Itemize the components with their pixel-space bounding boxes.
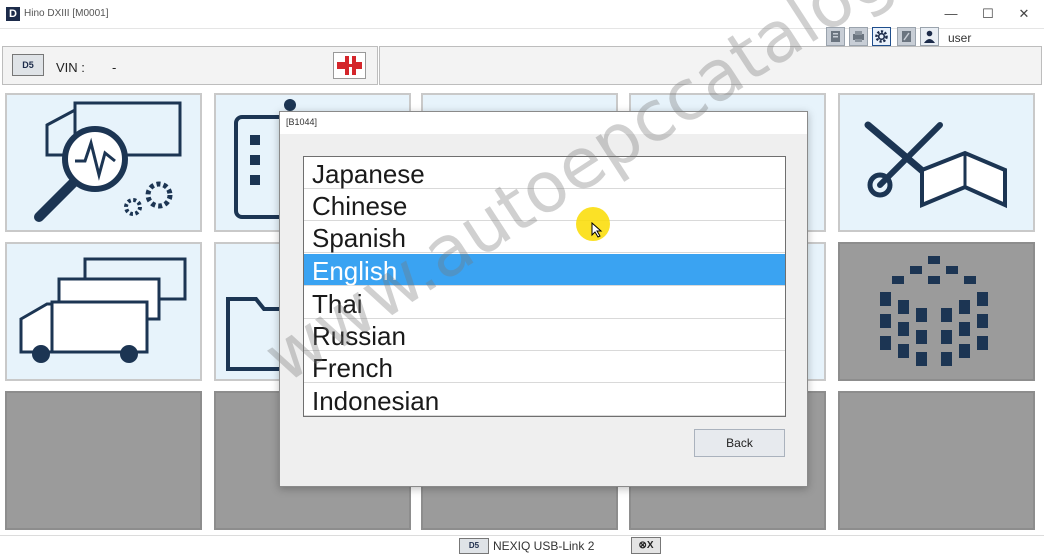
tile-vehicles[interactable] [5,242,202,381]
language-item-japanese[interactable]: Japanese [304,157,785,189]
user-label: user [948,31,972,45]
app-logo-icon: D [6,7,20,21]
language-list[interactable]: Japanese Chinese Spanish English Thai Ru… [303,156,786,417]
tile-manual[interactable] [838,93,1035,232]
tile-cubes[interactable] [838,242,1035,381]
language-item-french[interactable]: French [304,351,785,383]
disconnect-icon[interactable]: ⊗X [631,537,661,554]
language-item-indonesian[interactable]: Indonesian [304,384,785,416]
language-item-spanish[interactable]: Spanish [304,221,785,253]
help-icon[interactable] [897,27,916,46]
tile-diagnosis[interactable] [5,93,202,232]
dialog-title-bar [280,112,807,134]
title-bar [0,0,1044,29]
window-title: Hino DXIII [M0001] [24,8,109,19]
maximize-button[interactable]: ☐ [973,4,1003,24]
language-item-chinese[interactable]: Chinese [304,189,785,221]
printer-icon[interactable] [849,27,868,46]
tile-9 [5,391,202,530]
connector-icon [337,56,362,75]
language-item-english[interactable]: English [304,254,785,286]
tile-13 [838,391,1035,530]
language-item-thai[interactable]: Thai [304,287,785,319]
gear-icon[interactable] [872,27,891,46]
vehicle-device-icon: D5 [12,54,44,76]
close-button[interactable]: ✕ [1009,4,1039,24]
mouse-pointer-icon [591,222,603,238]
vin-label: VIN : [56,60,85,75]
cube-grid-icon [880,256,988,366]
info-panel [379,46,1042,85]
back-button[interactable]: Back [694,429,785,457]
device-label: NEXIQ USB-Link 2 [493,539,595,553]
device-icon: D5 [459,538,489,554]
user-icon[interactable] [920,27,939,46]
trucks-icon [19,257,187,363]
language-item-russian[interactable]: Russian [304,319,785,351]
tools-book-icon [864,121,1007,209]
minimize-button[interactable]: — [936,4,966,24]
magnifier-truck-icon [34,101,182,222]
vin-value: - [112,60,117,75]
dialog-title: [B1044] [286,117,318,127]
connect-button[interactable] [333,52,366,79]
info-icon[interactable] [826,27,845,46]
